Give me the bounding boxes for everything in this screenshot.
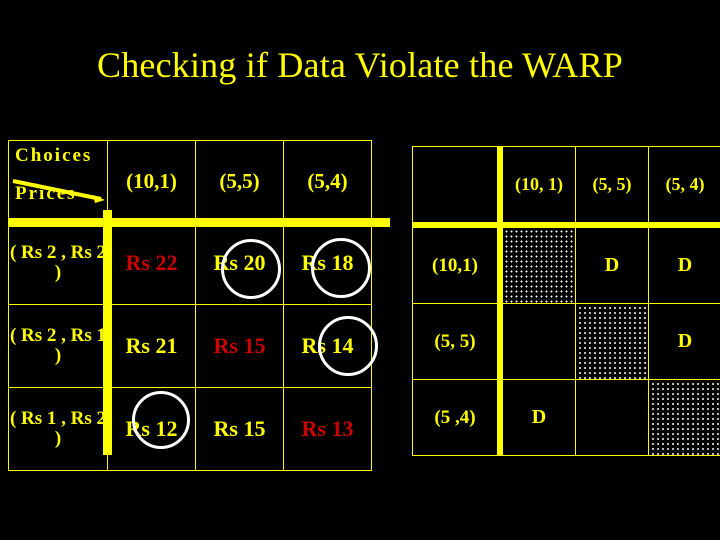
column-header: (5, 5) xyxy=(575,146,649,228)
table-row: (5 ,4) D xyxy=(412,379,720,456)
preference-cell: D xyxy=(648,303,720,380)
expenditure-cell: Rs 13 xyxy=(283,387,372,471)
corner-prices-label: Prices xyxy=(15,183,77,204)
preference-cell: D xyxy=(575,224,649,304)
circle-annotation xyxy=(221,239,281,299)
column-header: (5,4) xyxy=(283,140,372,222)
row-header: ( Rs 2 , Rs 2 ) xyxy=(8,221,108,305)
row-header-emphasis-bar xyxy=(103,210,112,455)
row-header: ( Rs 2 , Rs 1 ) xyxy=(8,304,108,388)
circle-annotation xyxy=(318,316,378,376)
expenditure-cell: Rs 21 xyxy=(107,304,196,388)
table-row: ( Rs 1 , Rs 2 ) Rs 12 Rs 15 Rs 13 xyxy=(8,387,372,471)
column-header: (5,5) xyxy=(195,140,284,222)
table-row: (10,1) D D xyxy=(412,224,720,304)
column-header: (10,1) xyxy=(107,140,196,222)
preference-cell xyxy=(575,379,649,456)
circle-annotation xyxy=(132,391,190,449)
expenditure-cell: Rs 15 xyxy=(195,304,284,388)
row-header: (10,1) xyxy=(412,224,503,304)
corner-cell xyxy=(412,146,503,228)
row-header: (5 ,4) xyxy=(412,379,503,456)
expenditure-table: Choices Prices (10,1) (5,5) (5,4) ( Rs 2… xyxy=(8,140,372,471)
row-header: (5, 5) xyxy=(412,303,503,380)
header-emphasis-bar xyxy=(8,218,390,227)
expenditure-cell: Rs 22 xyxy=(107,221,196,305)
revealed-preference-table: (10, 1) (5, 5) (5, 4) (10,1) D D (5, 5) … xyxy=(412,146,720,456)
preference-cell: D xyxy=(499,379,576,456)
preference-cell: D xyxy=(648,224,720,304)
page-title: Checking if Data Violate the WARP xyxy=(96,45,624,85)
table-row: (5, 5) D xyxy=(412,303,720,380)
column-header: (5, 4) xyxy=(648,146,720,228)
diagonal-cell xyxy=(575,303,649,380)
circle-annotation xyxy=(311,238,371,298)
diagonal-cell xyxy=(499,224,576,304)
choices-prices-corner-cell: Choices Prices xyxy=(8,140,108,222)
table-header-row: (10, 1) (5, 5) (5, 4) xyxy=(412,146,720,228)
row-header: ( Rs 1 , Rs 2 ) xyxy=(8,387,108,471)
column-header: (10, 1) xyxy=(499,146,576,228)
expenditure-cell: Rs 15 xyxy=(195,387,284,471)
corner-choices-label: Choices xyxy=(15,145,93,166)
preference-cell xyxy=(499,303,576,380)
diagonal-cell xyxy=(648,379,720,456)
table-header-row: Choices Prices (10,1) (5,5) (5,4) xyxy=(8,140,372,222)
